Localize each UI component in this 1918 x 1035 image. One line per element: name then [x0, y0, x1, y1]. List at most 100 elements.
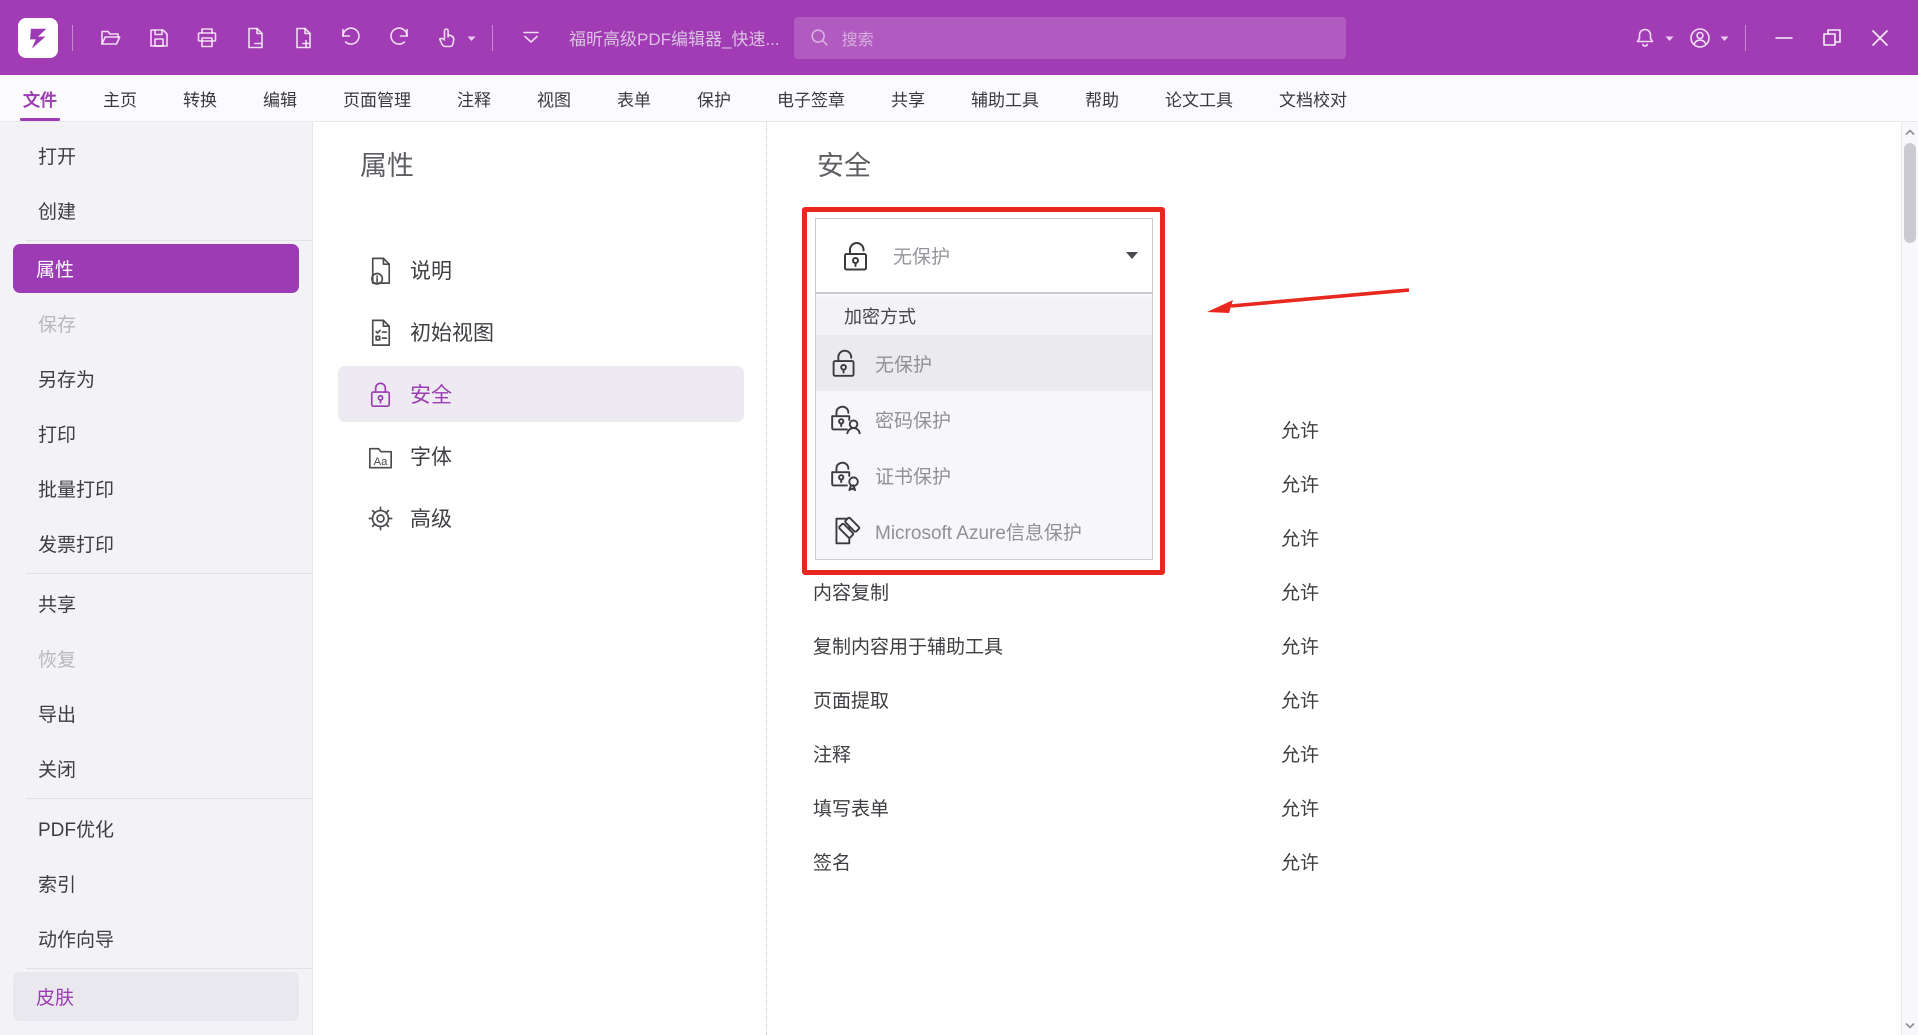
dropdown-option-azure-protection[interactable]: Microsoft Azure信息保护: [816, 503, 1152, 559]
sidebar-item-index[interactable]: 索引: [0, 856, 312, 911]
permission-value: 允许: [1281, 848, 1319, 875]
tab-convert[interactable]: 转换: [183, 86, 217, 111]
page-remove-button[interactable]: [238, 21, 272, 55]
titlebar-divider: [72, 25, 73, 51]
security-method-select[interactable]: 无保护: [815, 218, 1153, 293]
print-button[interactable]: [190, 21, 224, 55]
undo-button[interactable]: [334, 21, 368, 55]
initial-view-icon: [364, 316, 397, 349]
notifications-button[interactable]: [1628, 21, 1662, 55]
close-button[interactable]: [1863, 21, 1897, 55]
restore-button[interactable]: [1815, 21, 1849, 55]
permission-row-content-copy: 内容复制 允许: [813, 578, 1861, 606]
permission-value: 允许: [1281, 686, 1319, 713]
sidebar-item-skin[interactable]: 皮肤: [13, 972, 299, 1021]
tab-help[interactable]: 帮助: [1085, 86, 1119, 111]
tab-file[interactable]: 文件: [23, 86, 57, 111]
sidebar-item-invoice-print[interactable]: 发票打印: [0, 516, 312, 571]
dropdown-option-label: Microsoft Azure信息保护: [875, 518, 1082, 545]
properties-item-security[interactable]: 安全: [338, 366, 744, 422]
search-box[interactable]: 搜索: [794, 17, 1346, 59]
properties-panel: 属性 说明 初始视图: [314, 122, 767, 1035]
page-add-button[interactable]: [286, 21, 320, 55]
security-panel: 安全 允许 允许 允许 内容复制 允许 复制内容用于辅助工具 允许: [767, 122, 1901, 1035]
dropdown-option-label: 证书保护: [875, 462, 951, 489]
security-method-dropdown: 加密方式 无保护 密码保护: [815, 293, 1153, 560]
sidebar-item-close[interactable]: 关闭: [0, 741, 312, 796]
tab-comment[interactable]: 注释: [457, 86, 491, 111]
titlebar-right-controls: [1621, 21, 1904, 55]
chevron-down-icon: [1126, 252, 1138, 259]
account-button[interactable]: [1683, 21, 1717, 55]
minimize-button[interactable]: [1767, 21, 1801, 55]
tab-accessibility[interactable]: 辅助工具: [971, 86, 1039, 111]
permission-row-sign: 签名 允许: [813, 848, 1861, 876]
notifications-caret[interactable]: [1665, 29, 1674, 47]
sidebar-item-share[interactable]: 共享: [0, 576, 312, 631]
tab-page-manage[interactable]: 页面管理: [343, 86, 411, 111]
sidebar-item-save[interactable]: 保存: [0, 296, 312, 351]
sidebar-item-save-as[interactable]: 另存为: [0, 351, 312, 406]
unlock-icon: [837, 236, 877, 276]
azure-protection-icon: [826, 512, 864, 550]
hand-tool-icon: [434, 25, 460, 51]
sidebar-item-create[interactable]: 创建: [0, 183, 312, 238]
permission-label: 复制内容用于辅助工具: [813, 632, 1003, 659]
gear-icon: [364, 502, 397, 535]
save-button[interactable]: [142, 21, 176, 55]
properties-item-advanced[interactable]: 高级: [338, 490, 744, 546]
collapse-toolbar-button[interactable]: [514, 21, 548, 55]
collapse-toolbar-icon: [517, 25, 545, 51]
hand-tool-button[interactable]: [430, 21, 464, 55]
permission-label: 页面提取: [813, 686, 889, 713]
dropdown-option-no-protection[interactable]: 无保护: [816, 335, 1152, 391]
file-menu-sidebar: 打开 创建 属性 保存 另存为 打印 批量打印 发票打印 共享 恢复 导出 关闭…: [0, 122, 313, 1035]
properties-item-fonts[interactable]: Aa 字体: [338, 428, 744, 484]
dropdown-option-password-protection[interactable]: 密码保护: [816, 391, 1152, 447]
redo-button[interactable]: [382, 21, 416, 55]
sidebar-item-action-wizard[interactable]: 动作向导: [0, 911, 312, 966]
sidebar-item-pdf-optimize[interactable]: PDF优化: [0, 801, 312, 856]
tab-edit[interactable]: 编辑: [263, 86, 297, 111]
properties-item-description[interactable]: 说明: [338, 242, 744, 298]
scroll-up-arrow[interactable]: [1902, 124, 1918, 140]
tab-protect[interactable]: 保护: [697, 86, 731, 111]
hand-tool-caret[interactable]: [467, 29, 476, 47]
sidebar-divider: [26, 798, 312, 799]
sidebar-item-export[interactable]: 导出: [0, 686, 312, 741]
titlebar-divider: [1745, 25, 1746, 51]
tab-esign[interactable]: 电子签章: [777, 86, 845, 111]
save-icon: [146, 25, 172, 51]
tab-paper-tools[interactable]: 论文工具: [1165, 86, 1233, 111]
vertical-scrollbar[interactable]: [1901, 122, 1918, 1035]
sidebar-item-open[interactable]: 打开: [0, 128, 312, 183]
scrollbar-thumb[interactable]: [1904, 143, 1916, 243]
caret-down-icon: [1665, 36, 1674, 42]
scroll-down-arrow[interactable]: [1902, 1017, 1918, 1033]
redo-icon: [386, 25, 412, 51]
fonts-icon: Aa: [364, 440, 397, 473]
tab-view[interactable]: 视图: [537, 86, 571, 111]
permission-row-fill-form: 填写表单 允许: [813, 794, 1861, 822]
tab-share[interactable]: 共享: [891, 86, 925, 111]
tab-home[interactable]: 主页: [103, 86, 137, 111]
tab-form[interactable]: 表单: [617, 86, 651, 111]
permission-value: 允许: [1281, 524, 1319, 551]
undo-icon: [338, 25, 364, 51]
sidebar-item-batch-print[interactable]: 批量打印: [0, 461, 312, 516]
permission-value: 允许: [1281, 470, 1319, 497]
sidebar-item-print[interactable]: 打印: [0, 406, 312, 461]
svg-text:Aa: Aa: [374, 455, 388, 467]
permission-row-copy-accessibility: 复制内容用于辅助工具 允许: [813, 632, 1861, 660]
sidebar-item-revert[interactable]: 恢复: [0, 631, 312, 686]
account-caret[interactable]: [1720, 29, 1729, 47]
tab-proofread[interactable]: 文档校对: [1279, 86, 1347, 111]
properties-item-initial-view[interactable]: 初始视图: [338, 304, 744, 360]
sidebar-item-properties[interactable]: 属性: [13, 244, 299, 293]
foxit-logo[interactable]: [18, 18, 58, 58]
dropdown-option-certificate-protection[interactable]: 证书保护: [816, 447, 1152, 503]
permission-label: 内容复制: [813, 578, 889, 605]
open-file-button[interactable]: [94, 21, 128, 55]
properties-item-label: 初始视图: [410, 317, 494, 347]
titlebar: 福昕高级PDF编辑器_快速... 搜索: [0, 0, 1918, 75]
